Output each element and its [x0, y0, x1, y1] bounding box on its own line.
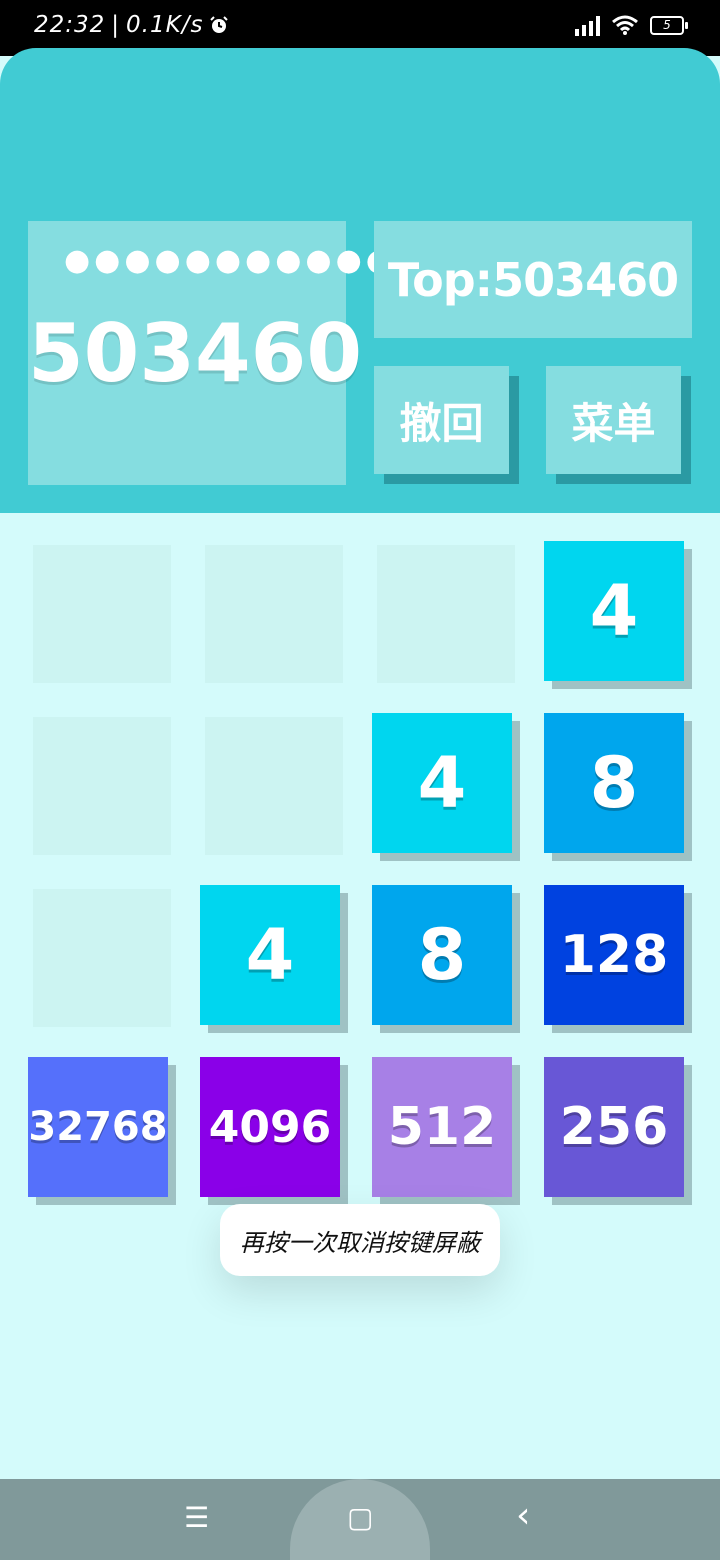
wifi-icon [612, 15, 638, 35]
tile: 8 [372, 885, 512, 1025]
current-score: 503460 [28, 307, 362, 400]
status-right: 5 [575, 14, 688, 36]
tile: 512 [372, 1057, 512, 1197]
tile: 4096 [200, 1057, 340, 1197]
empty-cell [33, 717, 171, 855]
undo-button[interactable]: 撤回 [374, 366, 509, 474]
cell-signal-icon [575, 14, 600, 36]
alarm-clock-icon [210, 16, 229, 33]
separator: | [111, 12, 121, 38]
back-icon[interactable]: ‹ [516, 1495, 530, 1536]
empty-cell [33, 889, 171, 1027]
score-dots: ●●●●●●●●●●●● [64, 243, 427, 278]
tile: 4 [372, 713, 512, 853]
tile: 4 [200, 885, 340, 1025]
menu-button[interactable]: 菜单 [546, 366, 681, 474]
status-left: 22:32 | 0.1K/s [34, 12, 229, 38]
network-speed: 0.1K/s [126, 12, 204, 38]
home-icon[interactable]: ▢ [347, 1501, 373, 1534]
tile: 32768 [28, 1057, 168, 1197]
toast-message: 再按一次取消按键屏蔽 [220, 1204, 500, 1276]
navigation-bar: ☰ ▢ ‹ [0, 1479, 720, 1560]
empty-cell [205, 545, 343, 683]
tile: 8 [544, 713, 684, 853]
header-panel: ●●●●●●●●●●●● 503460 Top:503460 撤回 菜单 [0, 48, 720, 513]
empty-cell [205, 717, 343, 855]
tile: 4 [544, 541, 684, 681]
clock: 22:32 [34, 12, 106, 38]
battery-icon: 5 [650, 15, 688, 35]
top-score: Top:503460 [387, 252, 679, 307]
top-score-card: Top:503460 [374, 221, 692, 338]
empty-cell [33, 545, 171, 683]
score-card: ●●●●●●●●●●●● 503460 [28, 221, 422, 485]
tile: 128 [544, 885, 684, 1025]
empty-cell [377, 545, 515, 683]
recent-apps-icon[interactable]: ☰ [184, 1501, 209, 1534]
tile: 256 [544, 1057, 684, 1197]
